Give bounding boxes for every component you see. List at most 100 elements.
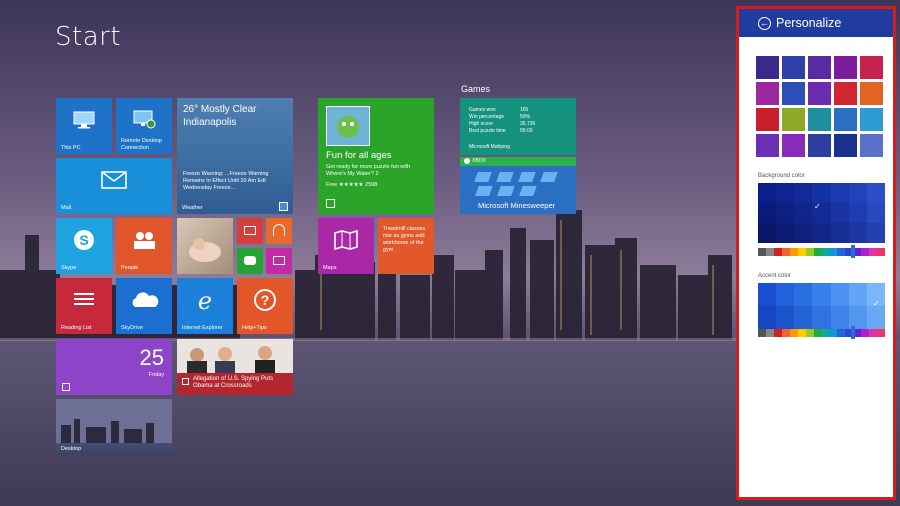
pattern-swatch[interactable]: [808, 134, 831, 157]
pattern-swatch[interactable]: [860, 56, 883, 79]
pattern-swatch[interactable]: [808, 56, 831, 79]
news-small: Treadmill classes rise as gyms add workh…: [383, 226, 426, 253]
personalize-header: ← Personalize: [739, 9, 893, 37]
start-title: Start: [55, 22, 122, 52]
calendar-icon: [62, 383, 70, 391]
news-image: [177, 339, 293, 373]
tile-this-pc[interactable]: This PC: [56, 98, 112, 154]
tile-reading-list[interactable]: Reading List: [56, 278, 112, 334]
pattern-swatch[interactable]: [834, 82, 857, 105]
store-bag-icon: [326, 199, 335, 208]
calendar-day: 25: [139, 345, 164, 370]
tile-label: Weather: [182, 204, 203, 211]
personalize-panel: ← Personalize Background color ✓ Accent …: [736, 6, 896, 500]
tile-remote-desktop[interactable]: Remote Desktop Connection: [116, 98, 172, 154]
pattern-swatch[interactable]: [756, 56, 779, 79]
computer-icon: [56, 98, 112, 142]
controller-icon: [244, 256, 256, 265]
pattern-swatch[interactable]: [860, 108, 883, 131]
tile-mail[interactable]: Mail: [56, 158, 172, 214]
background-hue-thumb[interactable]: [851, 245, 855, 258]
tile-internet-explorer[interactable]: e Internet Explorer: [177, 278, 233, 334]
pattern-swatch[interactable]: [782, 82, 805, 105]
store-app-image: [326, 106, 370, 146]
tile-news[interactable]: Allegation of U.S. Spying Puts Obama at …: [177, 339, 293, 395]
tile-minesweeper[interactable]: XBOX Microsoft Minesweeper: [460, 157, 576, 214]
people-icon: [116, 218, 172, 262]
tile-games[interactable]: [237, 248, 263, 274]
tile-skype[interactable]: S Skype: [56, 218, 112, 274]
photo-image: [189, 238, 221, 262]
weather-temp: 26° Mostly Clear: [183, 104, 257, 115]
group-label-games: Games: [461, 84, 491, 94]
headphones-icon: [273, 224, 285, 236]
pattern-swatch[interactable]: [834, 56, 857, 79]
start-background-patterns: [756, 56, 885, 157]
news-headline: Allegation of U.S. Spying Puts Obama at …: [193, 376, 274, 389]
store-headline: Fun for all ages: [326, 150, 392, 161]
remote-desktop-icon: [116, 98, 172, 142]
xbox-icon: [464, 158, 470, 164]
svg-text:?: ?: [261, 292, 270, 308]
maps-icon: [318, 218, 374, 262]
tile-video[interactable]: [237, 218, 263, 244]
tile-photos[interactable]: [177, 218, 233, 274]
games-stats-values: 165 50% 35,736 05:00: [520, 107, 536, 134]
pattern-swatch[interactable]: [756, 134, 779, 157]
tile-help-tips[interactable]: ? Help+Tips: [237, 278, 293, 334]
selected-check-icon: ✓: [814, 202, 821, 211]
pattern-swatch[interactable]: [756, 108, 779, 131]
tile-label: Reading List: [61, 324, 92, 331]
back-arrow-icon[interactable]: ←: [758, 16, 771, 30]
tile-label: Internet Explorer: [182, 324, 223, 331]
tile-people[interactable]: People: [116, 218, 172, 274]
cloud-icon: [116, 278, 172, 322]
camera-icon: [273, 256, 285, 265]
tile-label: SkyDrive: [121, 324, 144, 331]
pattern-swatch[interactable]: [782, 108, 805, 131]
tile-store[interactable]: Fun for all ages Get ready for more puzz…: [318, 98, 434, 214]
pattern-swatch[interactable]: [860, 134, 883, 157]
tile-label: People: [121, 264, 139, 271]
accent-hue-slider[interactable]: [758, 329, 885, 337]
tile-label: Remote Desktop Connection: [121, 138, 162, 151]
tile-skydrive[interactable]: SkyDrive: [116, 278, 172, 334]
tile-music[interactable]: [266, 218, 292, 244]
video-icon: [244, 226, 256, 235]
pattern-swatch[interactable]: [834, 108, 857, 131]
pattern-swatch[interactable]: [834, 134, 857, 157]
tile-label: This PC: [61, 144, 81, 151]
pattern-swatch[interactable]: [782, 134, 805, 157]
personalize-title: Personalize: [776, 16, 842, 30]
tile-desktop[interactable]: Desktop: [56, 399, 172, 455]
pattern-swatch[interactable]: [782, 56, 805, 79]
pattern-swatch[interactable]: [808, 82, 831, 105]
accent-color-grid[interactable]: [758, 283, 885, 329]
weather-city: Indianapolis: [183, 117, 237, 128]
svg-text:e: e: [198, 288, 212, 312]
minesweeper-label: Microsoft Minesweeper: [478, 201, 556, 210]
pattern-swatch[interactable]: [808, 108, 831, 131]
tile-health-news[interactable]: Treadmill classes rise as gyms add workh…: [378, 218, 434, 274]
tile-maps[interactable]: Maps: [318, 218, 374, 274]
pattern-swatch[interactable]: [860, 82, 883, 105]
tile-label: Maps: [323, 264, 337, 271]
tile-label: Mail: [61, 204, 72, 211]
weather-icon: [279, 202, 288, 211]
store-price: Free ★★★★★ 2598: [326, 182, 378, 188]
tile-calendar[interactable]: 25 Friday: [56, 339, 172, 395]
pattern-swatch[interactable]: [756, 82, 779, 105]
background-hue-slider[interactable]: [758, 248, 885, 256]
background-color-label: Background color: [758, 173, 805, 179]
tile-mahjong[interactable]: Games won Win percentage High score Best…: [460, 98, 576, 155]
mail-icon: [56, 158, 172, 202]
tile-camera[interactable]: [266, 248, 292, 274]
accent-hue-thumb[interactable]: [851, 326, 855, 339]
xbox-bar: XBOX: [460, 157, 576, 166]
selected-accent-check-icon: ✓: [873, 299, 880, 308]
mahjong-label: Microsoft Mahjong: [469, 144, 510, 150]
tile-weather[interactable]: 26° Mostly Clear Indianapolis Freeze War…: [177, 98, 293, 214]
help-icon: ?: [237, 278, 293, 322]
background-color-grid[interactable]: [758, 183, 885, 243]
tile-label: Skype: [61, 264, 77, 271]
